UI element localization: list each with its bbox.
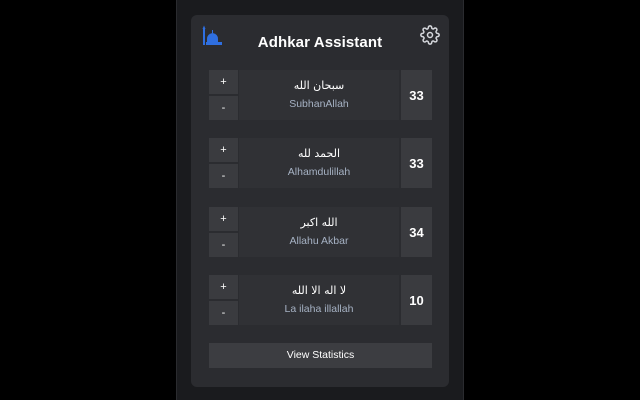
dhikr-arabic: لا اله الا الله (291, 284, 347, 297)
decrement-button[interactable]: - (209, 96, 238, 120)
dhikr-arabic: الحمد لله (297, 147, 341, 160)
decrement-button[interactable]: - (209, 233, 238, 257)
dhikr-count: 34 (401, 207, 432, 257)
increment-button[interactable]: + (209, 275, 238, 299)
dhikr-label: الله اكبر Allahu Akbar (239, 207, 399, 257)
dhikr-count: 33 (401, 138, 432, 188)
decrement-button[interactable]: - (209, 164, 238, 188)
dhikr-count: 10 (401, 275, 432, 325)
decrement-button[interactable]: - (209, 301, 238, 325)
dhikr-label: لا اله الا الله La ilaha illallah (239, 275, 399, 325)
app-title: Adhkar Assistant (257, 34, 383, 51)
dhikr-count: 33 (401, 70, 432, 120)
dhikr-row-la-ilaha-illallah: + - لا اله الا الله La ilaha illallah 10 (209, 275, 432, 325)
dhikr-label: سبحان الله SubhanAllah (239, 70, 399, 120)
dhikr-transliteration: SubhanAllah (289, 98, 349, 110)
dhikr-arabic: سبحان الله (293, 79, 345, 92)
dhikr-transliteration: La ilaha illallah (284, 303, 354, 315)
increment-button[interactable]: + (209, 70, 238, 94)
increment-button[interactable]: + (209, 207, 238, 231)
gear-icon[interactable] (420, 25, 440, 45)
header: Adhkar Assistant (191, 15, 449, 67)
dhikr-row-allahu-akbar: + - الله اكبر Allahu Akbar 34 (209, 207, 432, 257)
dhikr-transliteration: Allahu Akbar (289, 235, 349, 247)
dhikr-transliteration: Alhamdulillah (287, 166, 351, 178)
dhikr-arabic: الله اكبر (300, 216, 338, 229)
adhkar-panel: Adhkar Assistant + - سبحان الله SubhanAl… (191, 15, 449, 387)
extension-window: Adhkar Assistant + - سبحان الله SubhanAl… (176, 0, 464, 400)
dhikr-row-subhanallah: + - سبحان الله SubhanAllah 33 (209, 70, 432, 120)
dhikr-row-alhamdulillah: + - الحمد لله Alhamdulillah 33 (209, 138, 432, 188)
view-statistics-button[interactable]: View Statistics (209, 343, 432, 368)
dhikr-label: الحمد لله Alhamdulillah (239, 138, 399, 188)
increment-button[interactable]: + (209, 138, 238, 162)
